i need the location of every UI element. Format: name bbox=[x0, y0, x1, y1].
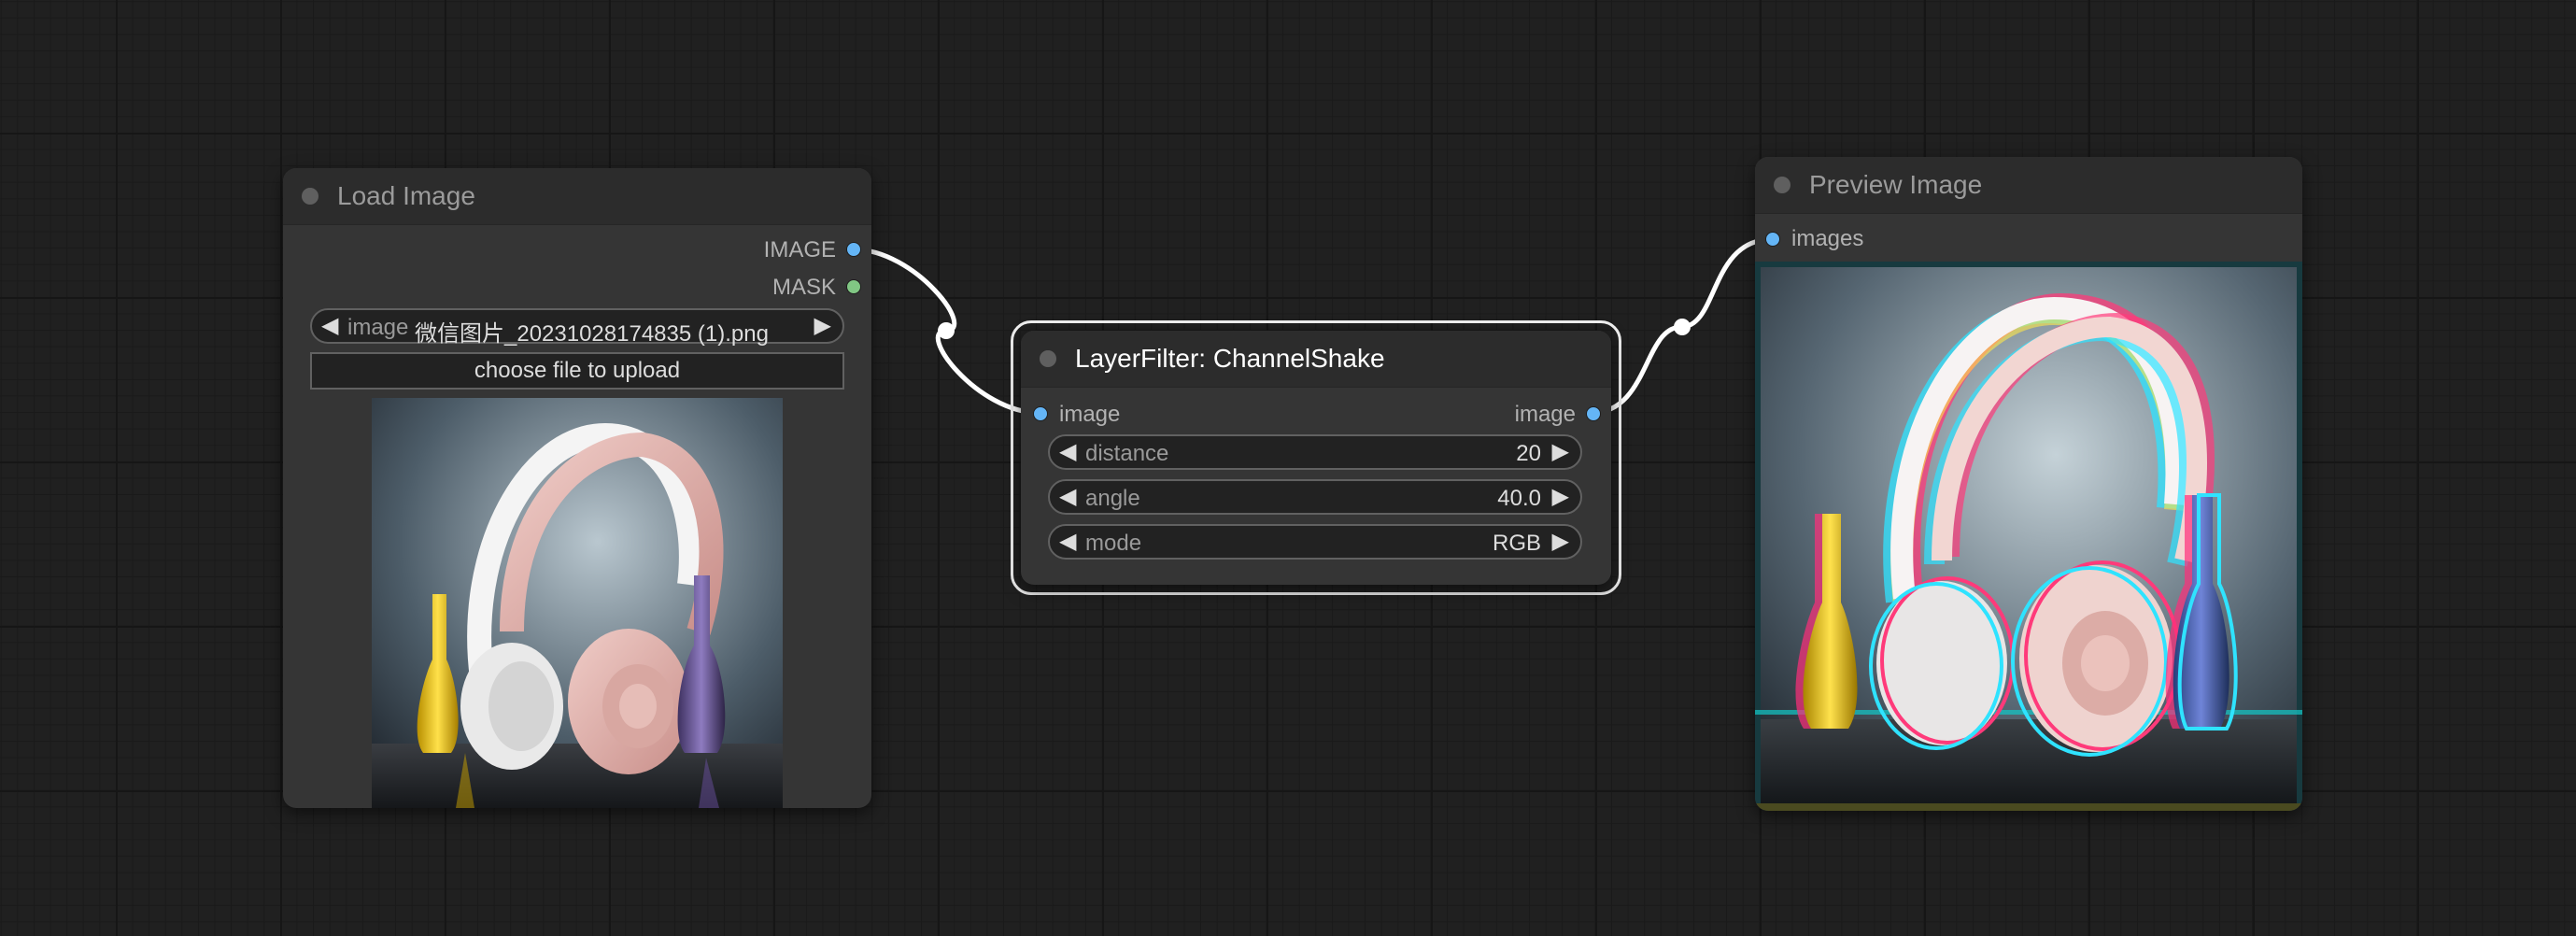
input-slot-label: images bbox=[1791, 226, 1864, 251]
left-triangle-icon[interactable]: ◀ bbox=[1059, 484, 1076, 510]
link-midpoint-handle[interactable] bbox=[938, 322, 955, 339]
upload-button[interactable]: choose file to upload bbox=[310, 352, 844, 390]
input-slot-label: image bbox=[1059, 402, 1121, 427]
widget-value: 微信图片_20231028174835 (1).png bbox=[415, 321, 769, 347]
right-triangle-icon[interactable]: ▶ bbox=[1552, 529, 1569, 555]
output-slot-image[interactable] bbox=[846, 242, 861, 257]
node-title: Preview Image bbox=[1809, 170, 1983, 199]
node-header[interactable]: Load Image bbox=[283, 168, 871, 225]
left-triangle-icon[interactable]: ◀ bbox=[1059, 529, 1076, 555]
channel-shaken-headphones-photo bbox=[1755, 262, 2302, 811]
output-slot-mask[interactable] bbox=[846, 279, 861, 294]
output-slot-image[interactable] bbox=[1586, 406, 1601, 421]
load-image-node[interactable]: Load Image IMAGE MASK ◀ image 微信图片_20231… bbox=[283, 168, 871, 808]
right-triangle-icon[interactable]: ▶ bbox=[1552, 484, 1569, 510]
angle-number-widget[interactable]: ◀ angle 40.0 ▶ bbox=[1048, 479, 1582, 515]
link-midpoint-handle[interactable] bbox=[1674, 319, 1691, 335]
left-triangle-icon[interactable]: ◀ bbox=[321, 313, 338, 339]
node-title: Load Image bbox=[337, 181, 475, 210]
right-triangle-icon[interactable]: ▶ bbox=[814, 313, 831, 339]
widget-value: 20 bbox=[1516, 441, 1541, 466]
collapse-dot-icon[interactable] bbox=[1040, 350, 1056, 367]
image-combo-widget[interactable]: ◀ image 微信图片_20231028174835 (1).png ▶ bbox=[310, 308, 844, 347]
channel-shake-node[interactable]: LayerFilter: ChannelShake image image ◀ … bbox=[1021, 331, 1611, 585]
node-header[interactable]: Preview Image bbox=[1755, 157, 2302, 214]
output-slot-label-image: IMAGE bbox=[763, 237, 836, 262]
node-header[interactable]: LayerFilter: ChannelShake bbox=[1021, 331, 1611, 388]
output-slot-label-mask: MASK bbox=[771, 275, 836, 300]
distance-number-widget[interactable]: ◀ distance 20 ▶ bbox=[1048, 434, 1582, 470]
preview-image-node[interactable]: Preview Image images bbox=[1755, 157, 2302, 811]
node-title: LayerFilter: ChannelShake bbox=[1075, 344, 1385, 373]
widget-name: angle bbox=[1085, 486, 1140, 511]
loaded-image-preview bbox=[372, 398, 783, 808]
widget-value: 40.0 bbox=[1497, 486, 1541, 511]
output-slot-label: image bbox=[1514, 402, 1576, 427]
widget-name: mode bbox=[1085, 531, 1142, 556]
node-graph-canvas[interactable]: Load Image IMAGE MASK ◀ image 微信图片_20231… bbox=[0, 0, 2576, 936]
widget-name: distance bbox=[1085, 441, 1169, 466]
input-slot-image[interactable] bbox=[1033, 406, 1048, 421]
widget-value: RGB bbox=[1492, 531, 1541, 556]
widget-name: image bbox=[347, 315, 409, 340]
mode-combo-widget[interactable]: ◀ mode RGB ▶ bbox=[1048, 524, 1582, 560]
right-triangle-icon[interactable]: ▶ bbox=[1552, 439, 1569, 465]
preview-output-image bbox=[1755, 262, 2302, 811]
collapse-dot-icon[interactable] bbox=[1774, 177, 1790, 193]
left-triangle-icon[interactable]: ◀ bbox=[1059, 439, 1076, 465]
collapse-dot-icon[interactable] bbox=[302, 188, 318, 205]
input-slot-images[interactable] bbox=[1765, 232, 1780, 247]
headphones-photo bbox=[372, 398, 783, 808]
